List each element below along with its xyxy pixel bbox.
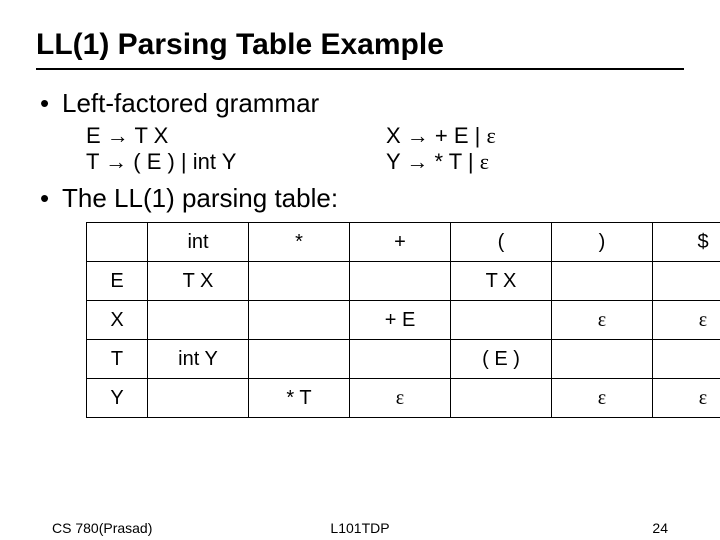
prod-X-rhs: + E | [429, 123, 487, 148]
slide: LL(1) Parsing Table Example Left-factore… [0, 0, 720, 540]
row-label-X: X [87, 301, 148, 340]
cell-T-rpar [552, 340, 653, 379]
row-label-Y: Y [87, 379, 148, 418]
grammar-block: E → T X T → ( E ) | int Y X → + E | ε Y … [86, 123, 684, 175]
footer-center: L101TDP [0, 520, 720, 536]
row-label-E: E [87, 262, 148, 301]
header-blank [87, 223, 148, 262]
arrow-icon: → [107, 123, 129, 148]
title-rule [36, 68, 684, 70]
arrow-icon: → [105, 149, 127, 174]
cell-E-lpar: T X [451, 262, 552, 301]
prod-X-lhs: X [386, 123, 407, 148]
grammar-left-col: E → T X T → ( E ) | int Y [86, 123, 386, 175]
table-row: T int Y ( E ) [87, 340, 720, 379]
header-star: * [249, 223, 350, 262]
cell-E-plus [350, 262, 451, 301]
cell-X-dollar: ε [653, 301, 720, 340]
cell-Y-plus: ε [350, 379, 451, 418]
footer-right: 24 [652, 520, 668, 536]
cell-Y-star: * T [249, 379, 350, 418]
epsilon-icon: ε [480, 149, 489, 174]
cell-Y-dollar: ε [653, 379, 720, 418]
arrow-icon: → [407, 123, 429, 148]
header-lpar: ( [451, 223, 552, 262]
table-row: X + E ε ε [87, 301, 720, 340]
prod-E-rhs: T X [129, 123, 169, 148]
cell-Y-rpar: ε [552, 379, 653, 418]
header-rpar: ) [552, 223, 653, 262]
cell-E-dollar [653, 262, 720, 301]
bullet-table: The LL(1) parsing table: [36, 183, 684, 214]
cell-X-rpar: ε [552, 301, 653, 340]
row-label-T: T [87, 340, 148, 379]
prod-T-lhs: T [86, 149, 105, 174]
cell-X-plus: + E [350, 301, 451, 340]
page-title: LL(1) Parsing Table Example [36, 28, 684, 62]
cell-T-plus [350, 340, 451, 379]
cell-T-lpar: ( E ) [451, 340, 552, 379]
header-int: int [148, 223, 249, 262]
cell-T-star [249, 340, 350, 379]
table-row: E T X T X [87, 262, 720, 301]
cell-Y-int [148, 379, 249, 418]
bullet-list: Left-factored grammar [36, 88, 684, 119]
arrow-icon: → [406, 149, 428, 174]
grammar-right-col: X → + E | ε Y → * T | ε [386, 123, 496, 175]
cell-X-int [148, 301, 249, 340]
bullet-grammar: Left-factored grammar [36, 88, 684, 119]
cell-E-int: T X [148, 262, 249, 301]
table-header-row: int * + ( ) $ [87, 223, 720, 262]
table-row: Y * T ε ε ε [87, 379, 720, 418]
cell-X-star [249, 301, 350, 340]
bullet-list-2: The LL(1) parsing table: [36, 183, 684, 214]
cell-T-dollar [653, 340, 720, 379]
prod-Y-rhs: * T | [428, 149, 479, 174]
prod-E-lhs: E [86, 123, 107, 148]
cell-T-int: int Y [148, 340, 249, 379]
header-dollar: $ [653, 223, 720, 262]
epsilon-icon: ε [486, 123, 495, 148]
cell-X-lpar [451, 301, 552, 340]
prod-Y-lhs: Y [386, 149, 406, 174]
header-plus: + [350, 223, 451, 262]
cell-E-rpar [552, 262, 653, 301]
cell-E-star [249, 262, 350, 301]
cell-Y-lpar [451, 379, 552, 418]
parsing-table: int * + ( ) $ E T X T X X + [86, 222, 720, 418]
prod-T-rhs: ( E ) | int Y [127, 149, 236, 174]
